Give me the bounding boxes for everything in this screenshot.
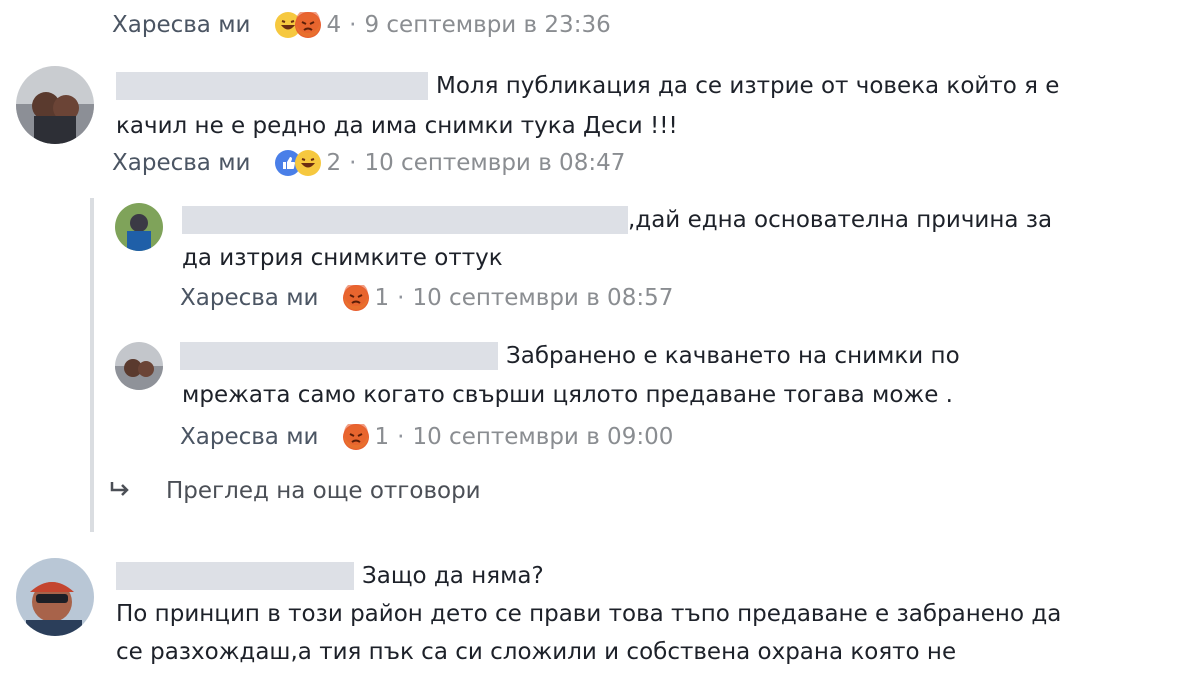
reactions-summary[interactable] <box>342 282 369 311</box>
like-button[interactable]: Харесва ми <box>112 12 251 38</box>
timestamp-link[interactable]: 10 септември в 08:47 <box>364 150 625 176</box>
comment-text: се разхождаш,а тия пък са си сложили и с… <box>116 639 957 665</box>
separator: · <box>397 424 405 450</box>
comment-text: ,дай една основателна причина за <box>628 207 1053 233</box>
reply-arrow-icon <box>108 478 138 504</box>
reactions-summary[interactable] <box>342 421 369 450</box>
comment-meta: Харесва ми 4 · 9 септември в 23:36 <box>112 9 611 38</box>
avatar[interactable] <box>115 342 163 390</box>
comment-text: мрежата само когато свърши цялото предав… <box>182 382 953 408</box>
comment-text: Забранено е качването на снимки по <box>506 343 960 369</box>
angry-icon <box>342 421 369 450</box>
avatar[interactable] <box>115 203 163 251</box>
timestamp-link[interactable]: 10 септември в 09:00 <box>412 424 673 450</box>
comment-text: По принцип в този район дето се прави то… <box>116 601 1062 627</box>
comment-meta: Харесва ми 2 · 10 септември в 08:47 <box>112 150 625 176</box>
haha-icon <box>294 150 321 176</box>
angry-icon <box>294 9 321 38</box>
like-button[interactable]: Харесва ми <box>112 150 251 176</box>
redacted-author-name <box>182 206 628 234</box>
redacted-author-name <box>116 562 354 590</box>
avatar[interactable] <box>16 558 94 636</box>
avatar[interactable] <box>16 66 94 144</box>
reaction-count: 1 <box>374 424 390 450</box>
separator: · <box>349 12 357 38</box>
timestamp-link[interactable]: 10 септември в 08:57 <box>412 285 673 311</box>
separator: · <box>397 285 405 311</box>
view-more-replies-label: Преглед на още отговори <box>166 478 481 504</box>
reaction-count: 2 <box>326 150 342 176</box>
view-more-replies-link[interactable]: Преглед на още отговори <box>108 478 481 504</box>
comment-meta: Харесва ми 1 · 10 септември в 09:00 <box>180 421 673 450</box>
like-button[interactable]: Харесва ми <box>180 285 319 311</box>
like-button[interactable]: Харесва ми <box>180 424 319 450</box>
separator: · <box>349 150 357 176</box>
reactions-summary[interactable] <box>274 9 321 38</box>
redacted-author-name <box>116 72 428 100</box>
timestamp-link[interactable]: 9 септември в 23:36 <box>364 12 610 38</box>
angry-icon <box>342 282 369 311</box>
comment-text: качил не е редно да има снимки тука Деси… <box>116 113 678 139</box>
reaction-count: 1 <box>374 285 390 311</box>
comment-text: Защо да няма? <box>362 563 544 589</box>
redacted-author-name <box>180 342 498 370</box>
reply-thread-line <box>90 198 94 532</box>
reactions-summary[interactable] <box>274 150 321 176</box>
comment-text: Моля публикация да се изтрие от човека к… <box>436 73 1060 99</box>
comment-meta: Харесва ми 1 · 10 септември в 08:57 <box>180 282 673 311</box>
reaction-count: 4 <box>326 12 342 38</box>
comment-text: да изтрия снимките оттук <box>182 245 503 271</box>
